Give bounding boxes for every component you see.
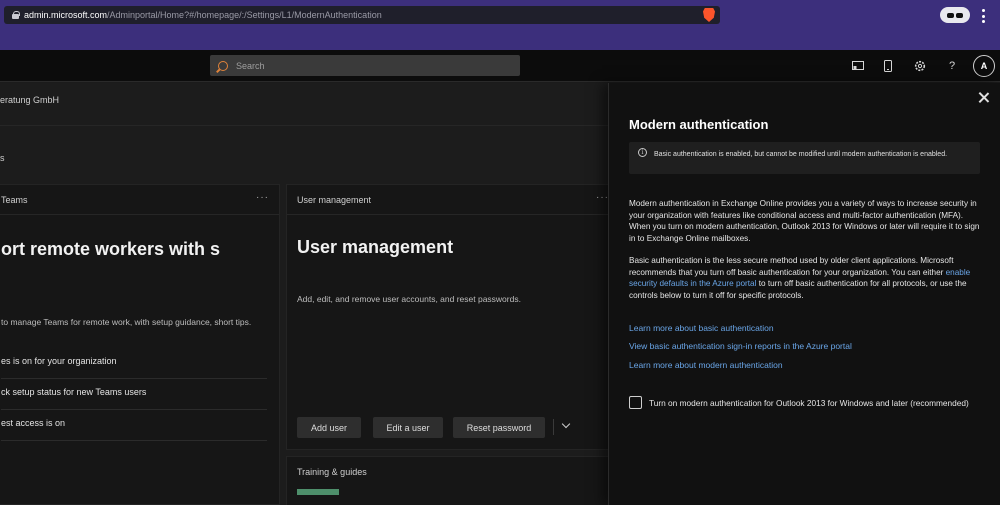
modern-authentication-panel: Modern authentication i Basic authentica… xyxy=(608,83,1000,505)
user-management-description: Add, edit, and remove user accounts, and… xyxy=(297,294,521,304)
close-icon[interactable] xyxy=(977,91,991,105)
app-header: Search ? xyxy=(0,50,1000,82)
browser-toolbar: admin.microsoft.com/Adminportal/Home?#/h… xyxy=(0,0,1000,50)
panel-title: Modern authentication xyxy=(629,117,769,132)
search-input[interactable]: Search xyxy=(210,55,520,76)
page-breadcrumb: s xyxy=(0,153,5,163)
incognito-icon[interactable] xyxy=(940,7,970,23)
reset-password-button[interactable]: Reset password xyxy=(453,417,545,438)
divider xyxy=(553,419,554,435)
user-management-card-heading-text: User management xyxy=(297,195,372,205)
training-thumbnail xyxy=(297,489,339,495)
gear-icon[interactable] xyxy=(913,59,927,73)
modern-auth-checkbox[interactable] xyxy=(629,396,642,409)
training-card-heading: Training & guides xyxy=(297,467,367,477)
teams-row[interactable]: est access is on xyxy=(1,410,267,441)
teams-card-heading: Teams ··· xyxy=(0,185,279,215)
cast-icon[interactable] xyxy=(851,59,865,73)
help-icon[interactable]: ? xyxy=(945,59,959,73)
teams-card-description: to manage Teams for remote work, with se… xyxy=(1,317,252,327)
more-options-icon[interactable]: ··· xyxy=(256,192,269,203)
avatar[interactable]: A xyxy=(973,55,995,77)
address-bar[interactable]: admin.microsoft.com/Adminportal/Home?#/h… xyxy=(4,6,720,24)
teams-card-title: ort remote workers with s xyxy=(1,239,221,259)
sign-in-reports-link[interactable]: View basic authentication sign-in report… xyxy=(629,341,852,351)
basic-auth-text: Basic authentication is the less secure … xyxy=(629,256,954,277)
info-message-text: Basic authentication is enabled, but can… xyxy=(654,151,948,158)
modern-auth-checkbox-label[interactable]: Turn on modern authentication for Outloo… xyxy=(649,397,979,409)
teams-card: Teams ··· ort remote workers with s to m… xyxy=(0,184,280,505)
user-management-card: User management ··· User management Add,… xyxy=(286,184,610,450)
info-icon: i xyxy=(638,148,647,157)
search-placeholder: Search xyxy=(236,60,265,71)
learn-basic-auth-link[interactable]: Learn more about basic authentication xyxy=(629,323,774,333)
chevron-down-icon[interactable] xyxy=(561,421,571,431)
browser-menu-icon[interactable] xyxy=(981,9,985,23)
admin-home-background: eratung GmbH s Teams ··· ort remote work… xyxy=(0,83,610,505)
user-management-card-heading: User management ··· xyxy=(287,185,609,215)
divider xyxy=(0,125,610,126)
training-card: Training & guides xyxy=(286,456,610,505)
teams-row[interactable]: ck setup status for new Teams users xyxy=(1,379,267,410)
lock-icon xyxy=(12,11,20,19)
url-host: admin.microsoft.com xyxy=(24,10,108,20)
user-management-title: User management xyxy=(297,237,454,257)
url-path: /Adminportal/Home?#/homepage/:/Settings/… xyxy=(107,10,382,20)
teams-row[interactable]: es is on for your organization xyxy=(1,348,267,379)
edit-user-button[interactable]: Edit a user xyxy=(373,417,443,438)
search-icon xyxy=(218,60,228,71)
learn-modern-auth-link[interactable]: Learn more about modern authentication xyxy=(629,360,783,370)
add-user-button[interactable]: Add user xyxy=(297,417,361,438)
basic-auth-paragraph: Basic authentication is the less secure … xyxy=(629,255,981,301)
org-name: eratung GmbH xyxy=(0,95,60,105)
teams-card-heading-text: Teams xyxy=(1,195,28,205)
info-message: i Basic authentication is enabled, but c… xyxy=(629,142,980,174)
mobile-icon[interactable] xyxy=(881,59,895,73)
description-paragraph: Modern authentication in Exchange Online… xyxy=(629,199,980,243)
